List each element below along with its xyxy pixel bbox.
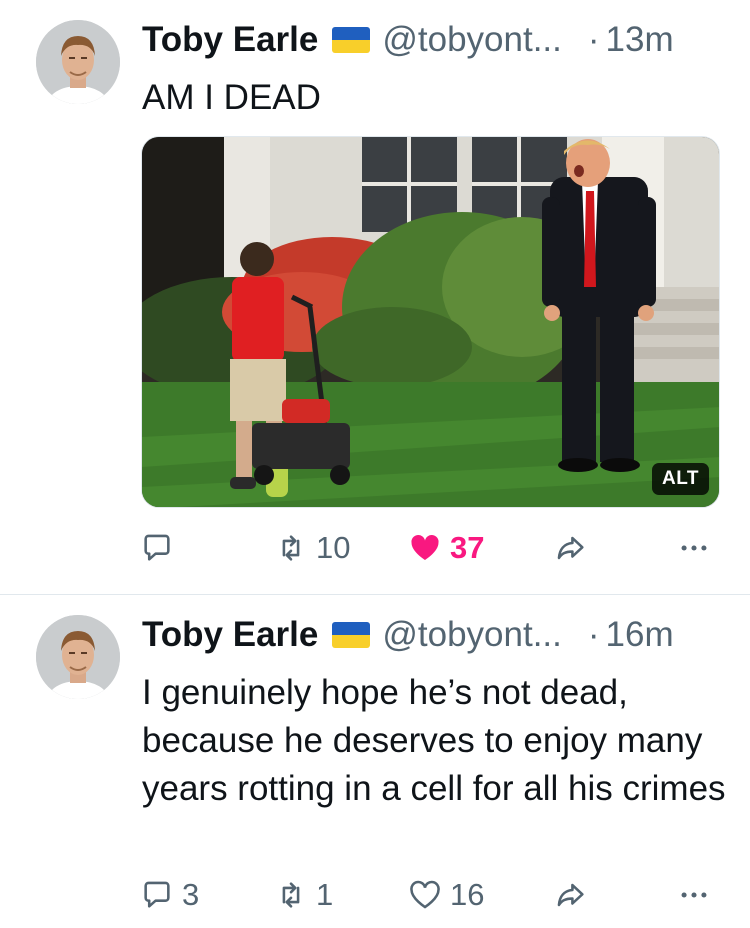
retweet-button[interactable]: 10 (274, 526, 350, 570)
tweet-image[interactable]: ALT (141, 136, 720, 508)
retweet-count: 1 (316, 877, 334, 912)
author-name[interactable]: Toby Earle (142, 615, 318, 655)
ukraine-flag-icon (332, 27, 371, 53)
avatar[interactable] (36, 20, 120, 104)
ukraine-flag-icon (332, 622, 371, 648)
timestamp[interactable]: 13m (606, 20, 674, 60)
like-count: 37 (450, 530, 485, 565)
tweet-header: Toby Earle @tobyont... · 16m (142, 613, 674, 657)
separator-dot: · (587, 615, 600, 654)
share-button[interactable] (554, 526, 588, 570)
share-button[interactable] (554, 873, 588, 917)
more-icon (676, 531, 712, 565)
more-button[interactable] (676, 526, 712, 570)
heart-icon (408, 531, 442, 565)
tweet-text: AM I DEAD (142, 78, 321, 117)
alt-text-button[interactable]: ALT (651, 463, 709, 495)
like-button[interactable]: 37 (408, 526, 484, 570)
reply-button[interactable]: 3 (140, 873, 199, 917)
retweet-count: 10 (316, 530, 351, 565)
share-icon (554, 531, 588, 565)
retweet-icon (274, 531, 308, 565)
avatar[interactable] (36, 615, 120, 699)
tweet[interactable]: Toby Earle @tobyont... · 16m I genuinely… (0, 595, 750, 928)
more-icon (676, 878, 712, 912)
separator-dot: · (587, 20, 600, 59)
author-handle[interactable]: @tobyont... (382, 20, 562, 60)
reply-icon (140, 531, 174, 565)
retweet-button[interactable]: 1 (274, 873, 333, 917)
author-name[interactable]: Toby Earle (142, 20, 318, 60)
tweet-header: Toby Earle @tobyont... · 13m (142, 18, 674, 62)
timestamp[interactable]: 16m (606, 615, 674, 655)
reply-icon (140, 878, 174, 912)
tweet[interactable]: Toby Earle @tobyont... · 13m AM I DEAD A… (0, 0, 750, 594)
like-button[interactable]: 16 (408, 873, 484, 917)
tweet-text: I genuinely hope he’s not dead, because … (142, 673, 726, 808)
action-bar: 3 1 16 (140, 873, 720, 917)
more-button[interactable] (676, 873, 712, 917)
reply-count: 3 (182, 877, 200, 912)
like-count: 16 (450, 877, 485, 912)
retweet-icon (274, 878, 308, 912)
author-handle[interactable]: @tobyont... (382, 615, 562, 655)
reply-button[interactable] (140, 526, 182, 570)
share-icon (554, 878, 588, 912)
heart-icon (408, 878, 442, 912)
action-bar: 10 37 (140, 526, 720, 570)
